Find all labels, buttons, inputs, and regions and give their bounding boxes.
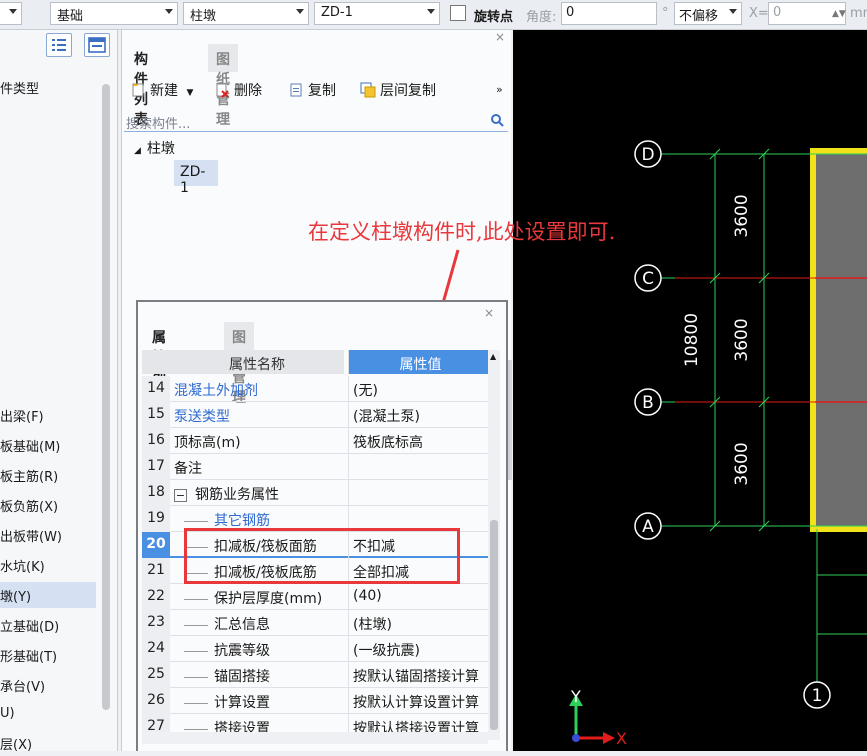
header-value: 属性值 (348, 350, 488, 374)
property-value[interactable]: (柱墩) (348, 610, 488, 636)
property-name: 汇总信息 (174, 610, 344, 636)
property-value[interactable] (348, 480, 488, 506)
row-number: 16 (142, 428, 170, 454)
row-number: 23 (142, 610, 170, 636)
row-number: 14 (142, 376, 170, 402)
tree-line (184, 598, 208, 600)
annotation-text: 在定义柱墩构件时,此处设置即可. (308, 220, 616, 244)
property-name: 抗震等级 (174, 636, 344, 662)
tab-property-list[interactable]: 属性列表 (144, 322, 174, 406)
row-number: 26 (142, 688, 170, 714)
property-name-text: 抗震等级 (214, 643, 270, 659)
tree-line (184, 676, 208, 678)
property-grid-header: 属性名称 属性值 (142, 350, 488, 374)
tree-line (184, 728, 208, 730)
property-name: 混凝土外加剂 (174, 376, 344, 402)
scroll-thumb[interactable] (490, 520, 498, 730)
property-value[interactable]: (40) (348, 584, 488, 610)
property-name: 顶标高(m) (174, 428, 344, 454)
tree-line (184, 650, 208, 652)
property-name-text: 锚固搭接 (214, 669, 270, 685)
collapse-icon[interactable]: − (174, 489, 187, 502)
property-name-text: 混凝土外加剂 (174, 383, 258, 399)
property-name: 保护层厚度(mm) (174, 584, 344, 610)
property-value[interactable]: 筏板底标高 (348, 428, 488, 454)
row-number: 25 (142, 662, 170, 688)
close-icon[interactable]: × (484, 306, 494, 320)
row-number: 17 (142, 454, 170, 480)
row-number: 15 (142, 402, 170, 428)
property-row[interactable]: 16 顶标高(m) 筏板底标高 (142, 428, 488, 454)
header-name: 属性名称 (170, 350, 344, 374)
property-name: 锚固搭接 (174, 662, 344, 688)
property-value[interactable]: (一级抗震) (348, 636, 488, 662)
property-name: − 钢筋业务属性 (174, 480, 344, 506)
row-number: 18 (142, 480, 170, 506)
row-number: 22 (142, 584, 170, 610)
property-row[interactable]: 26 计算设置 按默认计算设置计算 (142, 688, 488, 714)
tree-line (184, 624, 208, 626)
property-row[interactable]: 14 混凝土外加剂 (无) (142, 376, 488, 402)
property-row[interactable]: 24 抗震等级 (一级抗震) (142, 636, 488, 662)
property-name: 泵送类型 (174, 402, 344, 428)
property-value[interactable]: 按默认计算设置计算 (348, 688, 488, 714)
property-value[interactable] (348, 454, 488, 480)
header-corner (142, 350, 170, 374)
property-row[interactable]: 23 汇总信息 (柱墩) (142, 610, 488, 636)
property-name-text: 钢筋业务属性 (195, 487, 279, 503)
row-number: 24 (142, 636, 170, 662)
property-row[interactable]: 15 泵送类型 (混凝土泵) (142, 402, 488, 428)
row-number: 21 (142, 558, 170, 584)
tree-line (184, 702, 208, 704)
property-scrollbar[interactable]: ▲ (488, 350, 500, 740)
property-name-text: 保护层厚度(mm) (214, 591, 323, 607)
tree-line (184, 520, 208, 522)
property-name-text: 汇总信息 (214, 617, 270, 633)
property-name-text: 顶标高(m) (174, 435, 241, 451)
scroll-up-icon[interactable]: ▲ (490, 352, 496, 361)
property-panel: × 属性列表 图层管理 属性名称 属性值 14混凝土外加剂 (无) 15泵送类型 (混… (136, 300, 508, 751)
property-row[interactable]: 22 保护层厚度(mm) (40) (142, 584, 488, 610)
property-value[interactable]: (无) (348, 376, 488, 402)
property-name-text: 泵送类型 (174, 409, 230, 425)
row-number: 19 (142, 506, 170, 532)
property-name-text: 备注 (174, 461, 202, 477)
property-name: 备注 (174, 454, 344, 480)
property-row[interactable]: 18− 钢筋业务属性 (142, 480, 488, 506)
property-row[interactable]: 25 锚固搭接 按默认锚固搭接计算 (142, 662, 488, 688)
tab-layer-management[interactable]: 图层管理 (224, 322, 254, 406)
property-name: 计算设置 (174, 688, 344, 714)
property-name-text: 其它钢筋 (214, 513, 270, 529)
property-row[interactable]: 17 备注 (142, 454, 488, 480)
property-value[interactable]: (混凝土泵) (348, 402, 488, 428)
property-name-text: 计算设置 (214, 695, 270, 711)
row-number: 20 (142, 532, 170, 558)
highlight-box (184, 528, 460, 584)
horizontal-scrollbar[interactable] (142, 732, 488, 744)
property-value[interactable]: 按默认锚固搭接计算 (348, 662, 488, 688)
